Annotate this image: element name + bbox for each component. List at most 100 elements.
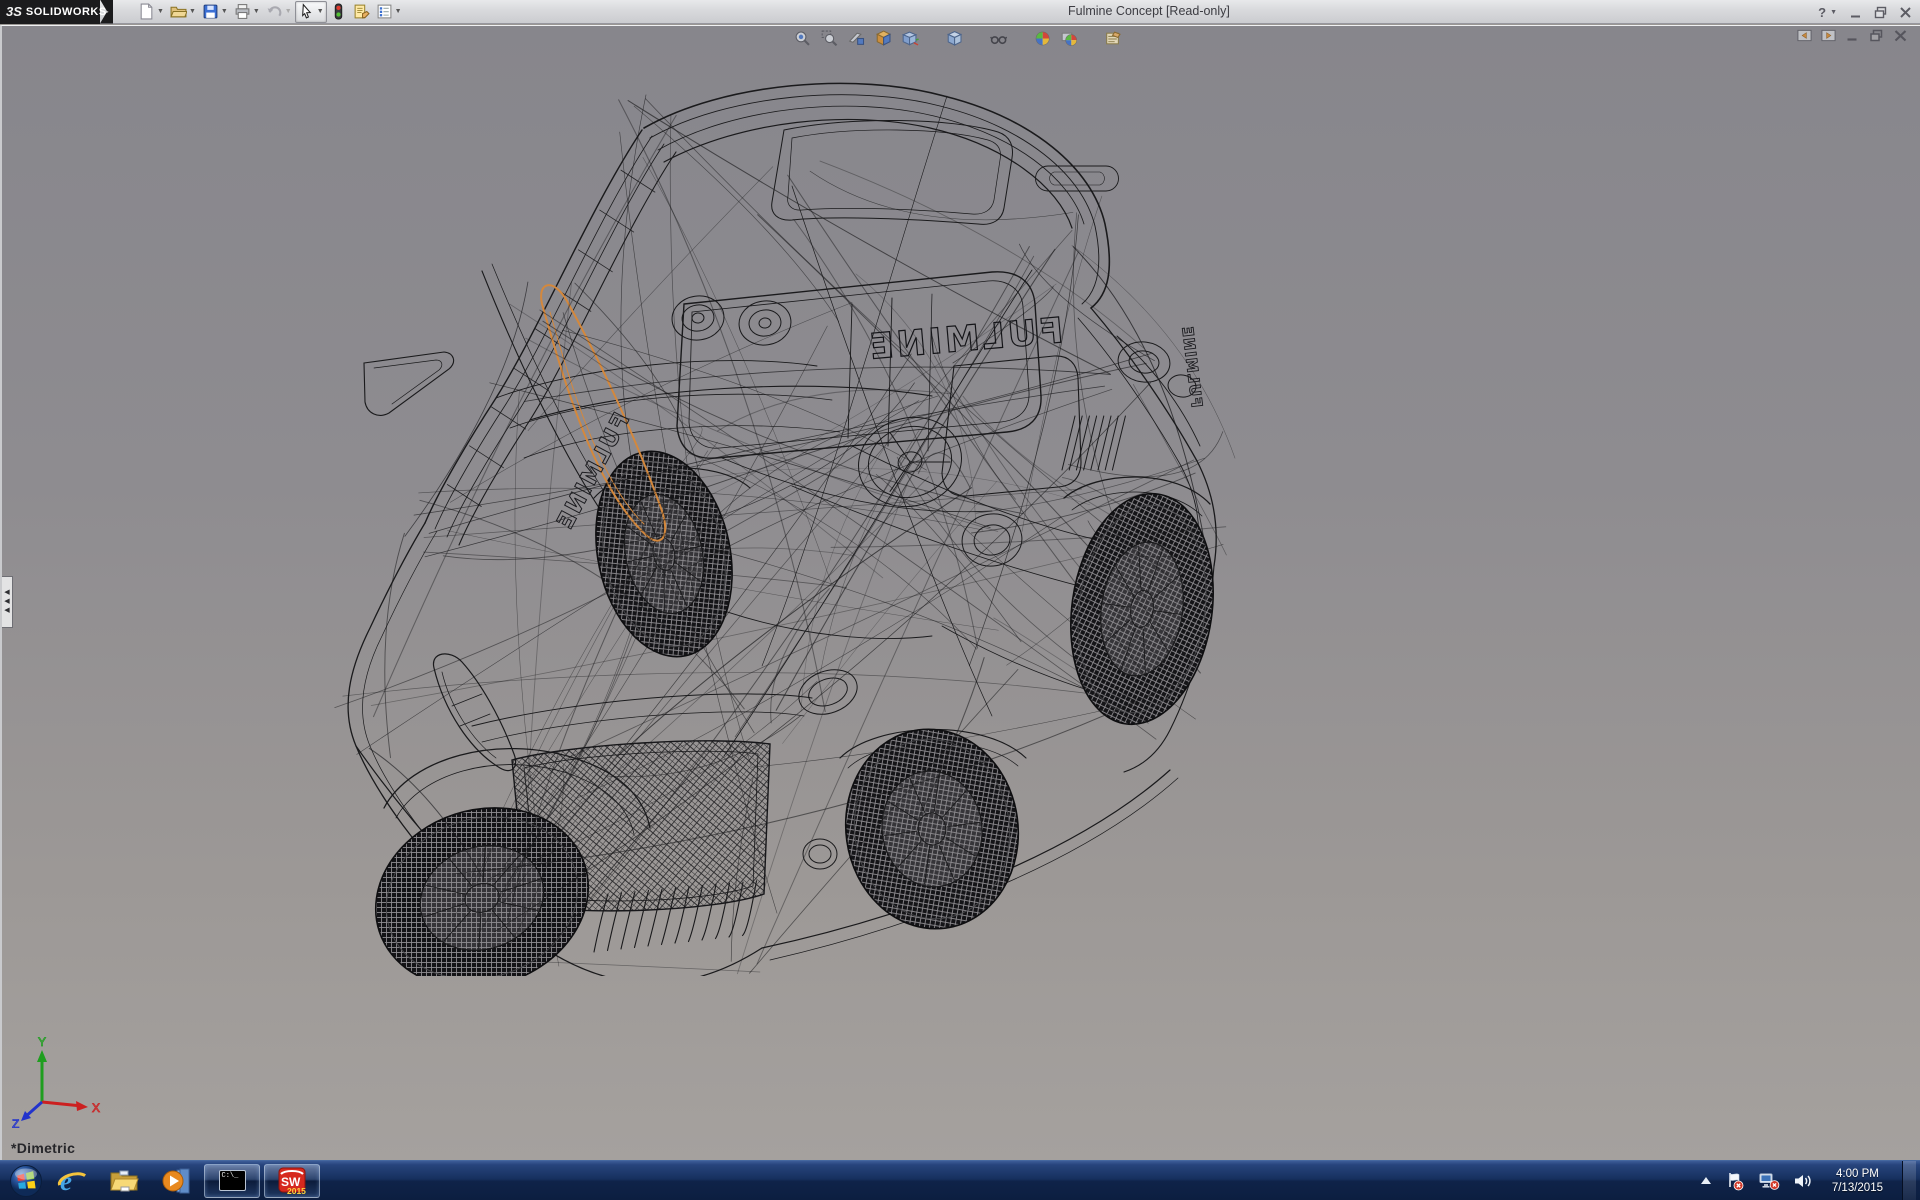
car-decal-side: FULMINE [1178,325,1206,409]
taskbar-solidworks-2015[interactable]: SW 2015 [264,1164,320,1198]
document-window-controls [1797,29,1908,42]
title-bar: 3S SOLIDWORKS ▸ ▼ ▼ ▼ ▼ ▼ [0,0,1920,24]
model-viewport[interactable]: ◀ ◀ ◀ FULMINE FULMINE FULMINE [0,25,1920,1160]
window-controls: ? ▼ [1818,0,1912,24]
view-orientation-label: *Dimetric [11,1140,75,1156]
dropdown-arrow-icon[interactable]: ▼ [285,8,292,15]
dropdown-arrow-icon[interactable]: ▼ [221,8,228,15]
file-properties-icon [353,3,370,20]
orientation-triad: Y X Z [8,1036,104,1128]
view-orientation-icon [875,30,892,47]
dropdown-arrow-icon[interactable]: ▼ [317,8,324,15]
display-mode-button[interactable] [944,29,964,48]
print-icon [234,3,251,20]
system-tray: 4:00 PM 7/13/2015 [1700,1161,1920,1200]
rebuild-button[interactable] [327,1,350,23]
options-button[interactable]: ▼ [373,1,405,23]
doc-restore-button[interactable] [1869,29,1884,42]
dropdown-arrow-icon[interactable]: ▼ [157,8,164,15]
show-desktop-button[interactable] [1902,1161,1916,1200]
collapse-pane-right-button[interactable] [1821,29,1836,42]
dropdown-arrow-icon[interactable]: ▼ [395,8,402,15]
taskbar-windows-media-player[interactable] [150,1161,202,1200]
command-prompt-icon: C:\_ [219,1170,246,1191]
brand-name: SOLIDWORKS [26,6,107,18]
new-document-button[interactable]: ▼ [135,1,167,23]
doc-close-button[interactable] [1893,29,1908,42]
folder-icon [108,1165,140,1197]
taskbar-internet-explorer[interactable]: e [46,1161,98,1200]
view-orientation-button[interactable] [873,29,893,48]
taskbar-windows-explorer[interactable] [98,1161,150,1200]
options-list-icon [376,3,393,20]
collapse-arrow-icon: ◀ [4,590,9,596]
zoom-to-area-button[interactable] [819,29,839,48]
collapse-arrow-icon: ◀ [4,599,9,605]
window-title: Fulmine Concept [Read-only] [1068,4,1230,18]
taskbar-clock[interactable]: 4:00 PM 7/13/2015 [1826,1167,1889,1195]
show-hidden-icons-button[interactable] [1700,1176,1712,1186]
dropdown-arrow-icon[interactable]: ▼ [189,8,196,15]
new-document-icon [138,3,155,20]
file-properties-button[interactable] [350,1,373,23]
section-view-button[interactable] [846,29,866,48]
solidworks-year-label: 2015 [287,1186,306,1196]
help-button[interactable]: ? [1818,5,1826,20]
windows-start-icon [9,1164,43,1198]
zoom-to-fit-icon [794,30,811,47]
undo-icon [266,3,283,20]
main-toolbar: ▼ ▼ ▼ ▼ ▼ ▼ [135,0,405,24]
3ds-logo-icon: 3S [6,4,22,19]
select-button[interactable]: ▼ [295,1,327,23]
edit-appearance-button[interactable] [1032,29,1052,48]
solidworks-window: 3S SOLIDWORKS ▸ ▼ ▼ ▼ ▼ ▼ [0,0,1920,1200]
apply-scene-icon [1061,30,1078,47]
clock-time: 4:00 PM [1832,1167,1883,1181]
open-button[interactable]: ▼ [167,1,199,23]
action-center-flag-icon[interactable] [1725,1171,1745,1191]
feature-tree-collapsed-tab[interactable]: ◀ ◀ ◀ [2,576,13,628]
solidworks-2015-icon: SW 2015 [277,1166,307,1196]
triad-y-label: Y [38,1036,46,1049]
save-icon [202,3,219,20]
display-style-icon [902,30,919,47]
volume-icon[interactable] [1793,1172,1813,1190]
save-button[interactable]: ▼ [199,1,231,23]
doc-minimize-button[interactable] [1845,29,1860,42]
rebuild-stoplight-icon [330,3,347,20]
minimize-button[interactable] [1849,6,1862,19]
collapse-arrow-icon: ◀ [4,608,9,614]
wireframe-cube-icon [946,30,963,47]
start-button[interactable] [6,1162,46,1200]
display-style-button[interactable] [900,29,920,48]
windows-taskbar: e C:\_ [0,1160,1920,1200]
glasses-icon [990,30,1007,47]
section-view-icon [848,30,865,47]
appearance-ball-icon [1034,30,1051,47]
zoom-to-fit-button[interactable] [792,29,812,48]
internet-explorer-icon: e [56,1165,88,1197]
apply-scene-button[interactable] [1059,29,1079,48]
car-decal-rear: FULMINE [865,311,1064,368]
media-player-icon [160,1165,192,1197]
print-button[interactable]: ▼ [231,1,263,23]
view-settings-card-icon [1105,30,1122,47]
zoom-to-area-icon [821,30,838,47]
collapse-pane-left-button[interactable] [1797,29,1812,42]
network-status-icon[interactable] [1758,1171,1780,1191]
command-prompt-label: C:\ [222,1172,235,1180]
view-settings-button[interactable] [1103,29,1123,48]
solidworks-logo[interactable]: 3S SOLIDWORKS [0,0,100,24]
open-icon [170,3,187,20]
clock-date: 7/13/2015 [1832,1181,1883,1195]
undo-button[interactable]: ▼ [263,1,295,23]
hide-show-items-button[interactable] [988,29,1008,48]
select-cursor-icon [298,3,315,20]
taskbar-command-prompt[interactable]: C:\_ [204,1164,260,1198]
wireframe-car-model[interactable]: FULMINE FULMINE FULMINE [292,66,1252,976]
triad-x-label: X [92,1101,100,1115]
restore-button[interactable] [1874,6,1887,19]
dropdown-arrow-icon[interactable]: ▼ [253,8,260,15]
help-dropdown-arrow-icon[interactable]: ▼ [1830,9,1837,16]
close-button[interactable] [1899,6,1912,19]
